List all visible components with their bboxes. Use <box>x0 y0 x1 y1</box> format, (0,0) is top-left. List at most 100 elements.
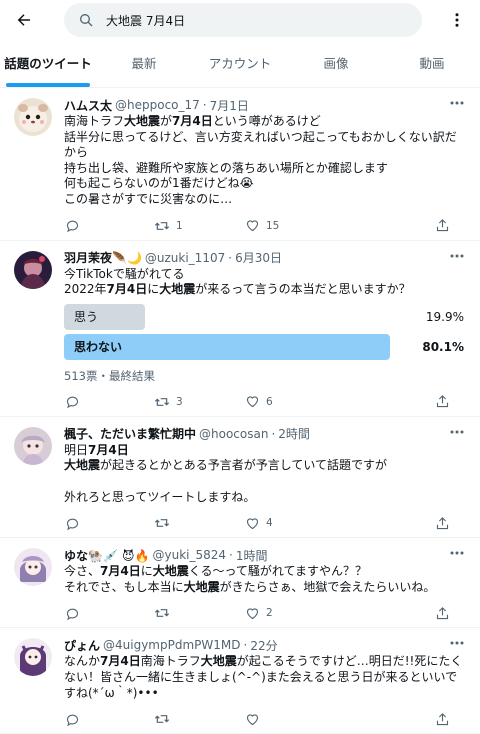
retweet-button[interactable] <box>154 711 244 727</box>
timestamp[interactable]: 7月1日 <box>210 97 249 114</box>
tweet-text: 南海トラフ大地震が7月4日という噂があるけど 話半分に思ってるけど、言い方変えれ… <box>64 114 457 206</box>
separator-dot: · <box>229 548 233 563</box>
retweet-button[interactable]: 1 <box>154 218 244 234</box>
retweet-icon <box>154 218 170 234</box>
search-tabs: 話題のツイート 最新 アカウント 画像 動画 <box>0 40 480 88</box>
more-icon[interactable] <box>448 425 466 439</box>
share-icon <box>434 711 450 727</box>
like-button[interactable] <box>244 711 334 727</box>
more-icon[interactable] <box>448 636 466 650</box>
share-icon <box>434 605 450 621</box>
like-button[interactable]: 4 <box>244 515 334 531</box>
retweet-button[interactable] <box>154 515 244 531</box>
share-button[interactable] <box>434 515 456 531</box>
user-handle[interactable]: @yuki_5824 <box>153 548 227 562</box>
share-button[interactable] <box>434 218 456 234</box>
user-handle[interactable]: @uzuki_1107 <box>145 251 225 265</box>
tab-top[interactable]: 話題のツイート <box>0 40 96 87</box>
poll: 思う 19.9% 思わない 80.1% 513票・最終結果 <box>64 303 464 384</box>
retweet-icon <box>154 515 170 531</box>
reply-button[interactable] <box>64 605 154 621</box>
tab-accounts[interactable]: アカウント <box>192 40 288 87</box>
reply-button[interactable] <box>64 218 154 234</box>
display-name[interactable]: ハムス太 <box>64 97 112 114</box>
retweet-icon <box>154 394 170 410</box>
tweet-text: 明日7月4日 大地震が起きるとかとある予言者が予言していて話題ですが 外れろと思… <box>64 442 388 504</box>
like-button[interactable]: 15 <box>244 218 334 234</box>
tweet[interactable]: ゆな🐏💉 😈🔥 @yuki_5824 · 1時間 今さ、7月4日に大地震くる～って騒がれ… <box>0 538 480 629</box>
separator-dot: · <box>271 426 276 441</box>
reply-icon <box>64 394 80 410</box>
display-name[interactable]: ぴょん <box>64 637 100 654</box>
tweet-actions: 1 15 <box>64 212 456 240</box>
user-handle[interactable]: @hoocosan <box>199 427 268 441</box>
reply-icon <box>64 218 80 234</box>
retweet-button[interactable]: 3 <box>154 394 244 410</box>
display-name[interactable]: 楓子、ただいま繁忙期中 <box>64 425 196 442</box>
retweet-count: 3 <box>176 395 183 408</box>
tweet-header: ぴょん @4uigympPdmPW1MD · 22分 <box>64 636 466 654</box>
tweet-actions <box>64 705 456 733</box>
like-count: 6 <box>266 395 273 408</box>
search-input[interactable] <box>106 13 406 27</box>
share-icon <box>434 515 450 531</box>
search-icon <box>78 12 94 28</box>
share-icon <box>434 218 450 234</box>
more-options-icon[interactable] <box>446 9 468 31</box>
reply-icon <box>64 711 80 727</box>
heart-icon <box>244 605 260 621</box>
tab-videos[interactable]: 動画 <box>384 40 480 87</box>
back-arrow-icon[interactable] <box>12 8 36 32</box>
tweet[interactable]: 羽月茉夜🪶🌙 @uzuki_1107 · 6月30日 今TikTokで騒がれてる 202… <box>0 241 480 417</box>
timestamp[interactable]: 6月30日 <box>235 249 282 266</box>
tweet-header: ハムス太 @heppoco_17 · 7月1日 <box>64 96 466 114</box>
tweet-text: 今さ、7月4日に大地震くる～って騒がれてますやん？？ それでさ、もし本当に大地震… <box>64 564 436 594</box>
avatar[interactable] <box>14 548 52 587</box>
display-name[interactable]: ゆな🐏💉 😈🔥 <box>64 547 150 564</box>
more-icon[interactable] <box>448 546 466 560</box>
share-button[interactable] <box>434 394 456 410</box>
tab-latest[interactable]: 最新 <box>96 40 192 87</box>
tweet[interactable]: ぴょん @4uigympPdmPW1MD · 22分 なんか7月4日南海トラフ大地震が起… <box>0 628 480 734</box>
reply-button[interactable] <box>64 394 154 410</box>
heart-icon <box>244 515 260 531</box>
display-name[interactable]: 羽月茉夜🪶🌙 <box>64 249 142 266</box>
reply-button[interactable] <box>64 711 154 727</box>
like-button[interactable]: 6 <box>244 394 334 410</box>
poll-meta: 513票・最終結果 <box>64 368 155 383</box>
avatar[interactable] <box>14 426 52 465</box>
separator-dot: · <box>202 98 207 112</box>
like-count: 4 <box>266 517 273 530</box>
more-icon[interactable] <box>448 249 466 263</box>
avatar[interactable] <box>14 250 52 289</box>
poll-option-percent: 19.9% <box>425 309 464 324</box>
avatar[interactable] <box>14 638 52 677</box>
retweet-button[interactable] <box>154 605 244 621</box>
separator-dot: · <box>243 638 248 653</box>
reply-icon <box>64 605 80 621</box>
timestamp[interactable]: 22分 <box>250 637 277 654</box>
like-count: 15 <box>266 219 280 232</box>
share-button[interactable] <box>434 711 456 727</box>
poll-option-label: 思う <box>74 309 99 324</box>
retweet-icon <box>154 711 170 727</box>
avatar[interactable] <box>14 98 52 136</box>
like-button[interactable]: 2 <box>244 605 334 621</box>
timestamp[interactable]: 1時間 <box>236 547 268 564</box>
timestamp[interactable]: 2時間 <box>278 425 310 442</box>
tweet-text: なんか7月4日南海トラフ大地震が起こるそうですけど…明日だ!!死にたくない！皆さ… <box>64 654 463 700</box>
search-box[interactable] <box>64 3 422 37</box>
retweet-icon <box>154 605 170 621</box>
reply-icon <box>64 515 80 531</box>
user-handle[interactable]: @heppoco_17 <box>115 98 200 112</box>
tweet-header: ゆな🐏💉 😈🔥 @yuki_5824 · 1時間 <box>64 546 466 564</box>
reply-button[interactable] <box>64 515 154 531</box>
more-icon[interactable] <box>448 96 466 110</box>
share-button[interactable] <box>434 605 456 621</box>
tweet[interactable]: ハムス太 @heppoco_17 · 7月1日 南海トラフ大地震が7月4日という噂がある… <box>0 88 480 241</box>
tweet-actions: 4 <box>64 509 456 537</box>
tweet[interactable]: 楓子、ただいま繁忙期中 @hoocosan · 2時間 明日7月4日 大地震が起きるとか… <box>0 417 480 539</box>
user-handle[interactable]: @4uigympPdmPW1MD <box>103 638 240 652</box>
tab-images[interactable]: 画像 <box>288 40 384 87</box>
heart-icon <box>244 218 260 234</box>
